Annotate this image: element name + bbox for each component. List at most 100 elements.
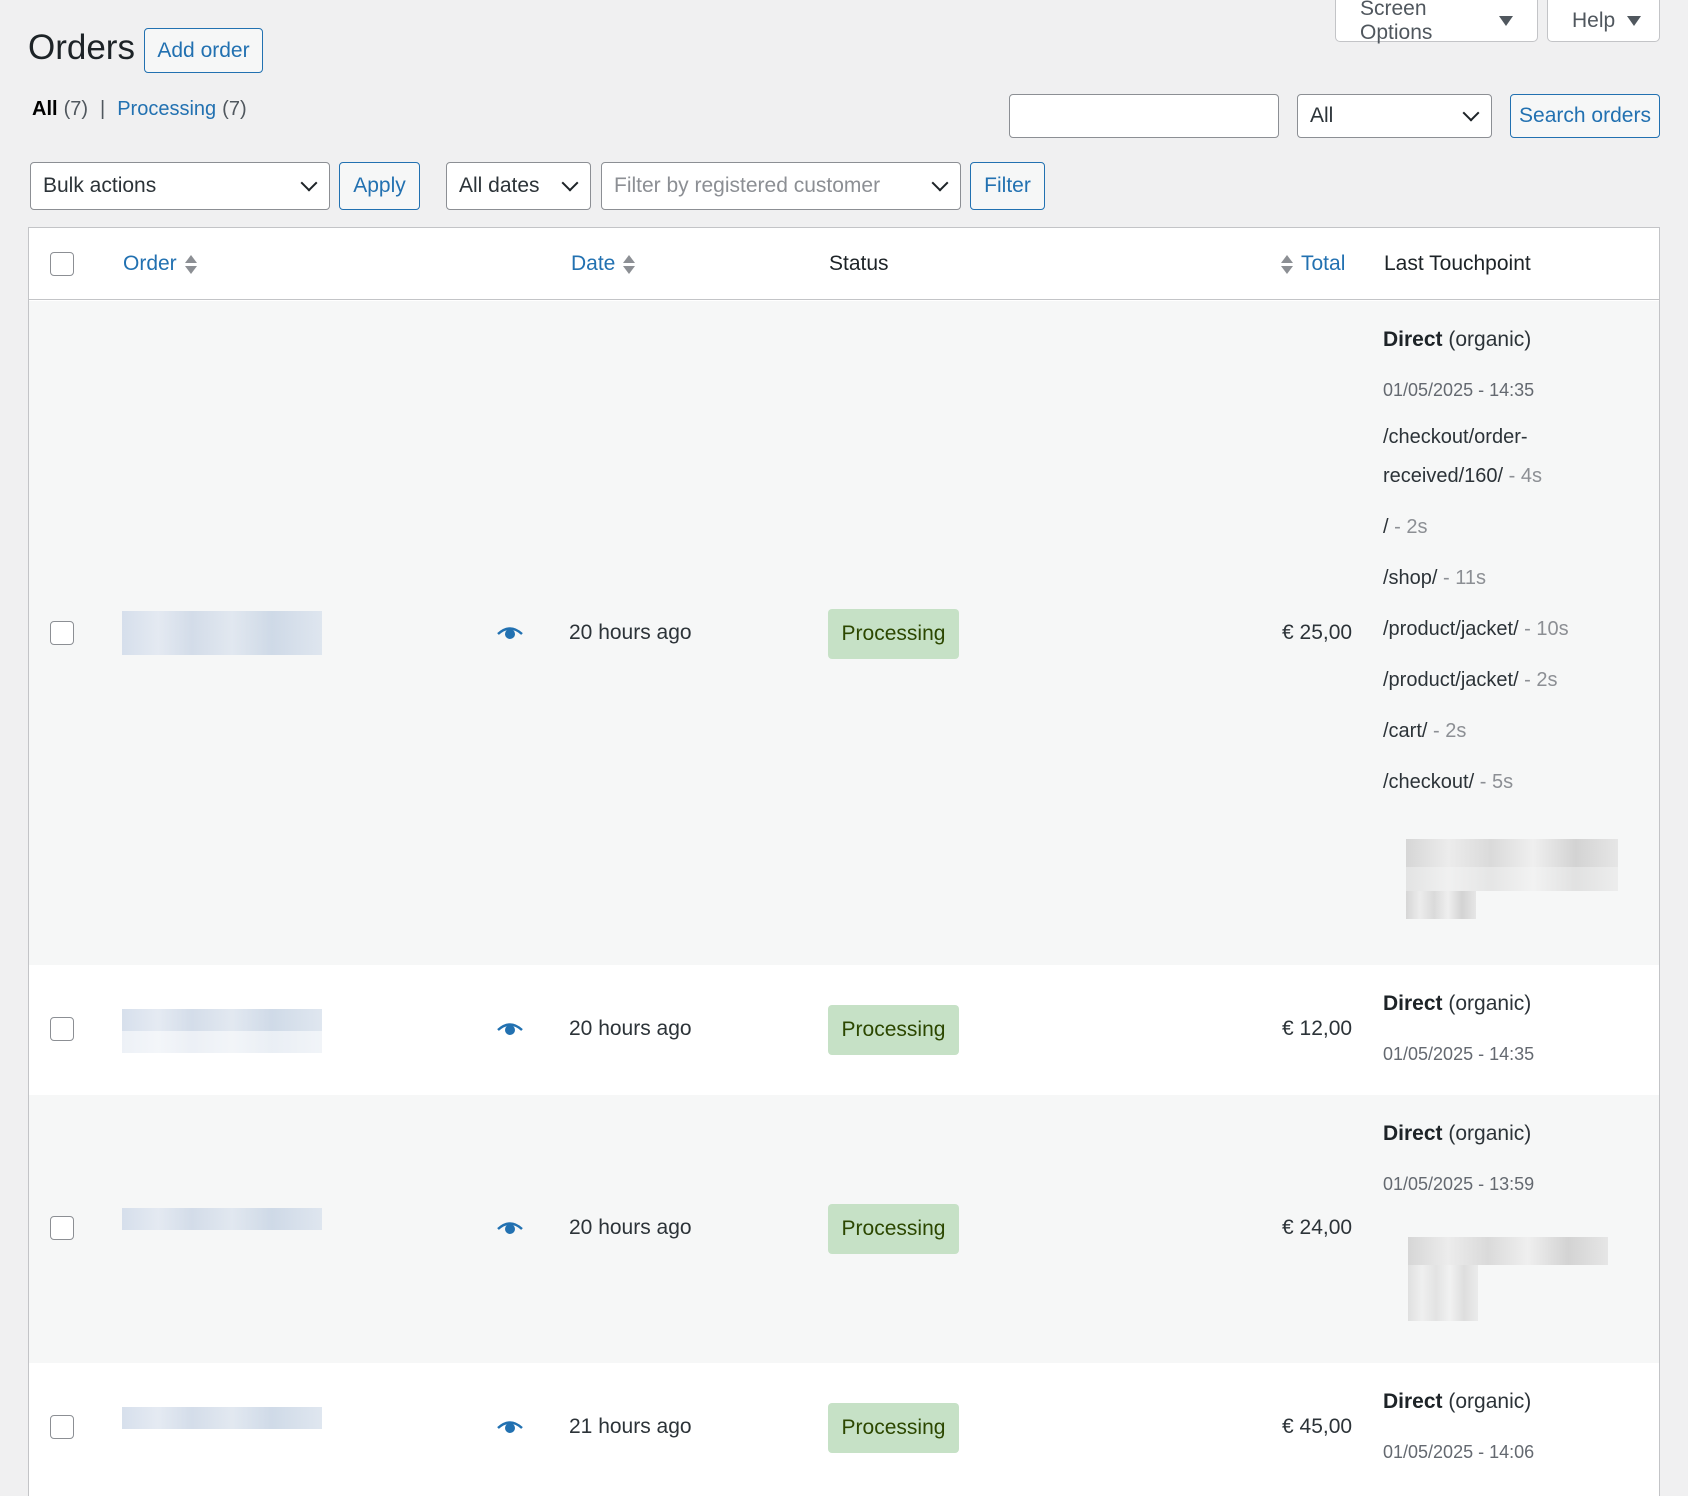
- touchpoint-medium: (organic): [1448, 328, 1532, 351]
- row-checkbox[interactable]: [50, 1415, 74, 1439]
- order-total: € 12,00: [1282, 1017, 1353, 1040]
- order-total: € 45,00: [1282, 1415, 1353, 1438]
- touchpoint-path: received/160/ - 4s: [1383, 457, 1542, 495]
- order-number-link[interactable]: [122, 1407, 322, 1429]
- status-badge: Processing: [828, 609, 959, 659]
- order-date: 20 hours ago: [569, 1216, 692, 1239]
- view-processing-count: (7): [222, 98, 247, 120]
- touchpoint-date: 01/05/2025 - 13:59: [1383, 1174, 1535, 1194]
- column-last-touchpoint: Last Touchpoint: [1384, 252, 1531, 276]
- row-checkbox[interactable]: [50, 1017, 74, 1041]
- apply-button[interactable]: Apply: [339, 162, 420, 210]
- sort-icon: [184, 254, 197, 274]
- redacted-block: [1406, 891, 1476, 919]
- status-badge: Processing: [828, 1005, 959, 1055]
- preview-eye-icon[interactable]: [497, 1021, 523, 1037]
- order-total: € 25,00: [1282, 621, 1353, 644]
- touchpoint-path: /checkout/order-: [1383, 418, 1528, 456]
- preview-eye-icon[interactable]: [497, 1419, 523, 1435]
- path-text: /product/jacket/: [1383, 669, 1519, 691]
- order-number-link[interactable]: [122, 1208, 322, 1230]
- column-date-label: Date: [571, 252, 616, 275]
- add-order-button[interactable]: Add order: [144, 28, 263, 73]
- search-type-select[interactable]: All: [1297, 94, 1492, 138]
- status-badge: Processing: [828, 1403, 959, 1453]
- view-separator: |: [100, 98, 106, 120]
- customer-filter-select[interactable]: Filter by registered customer: [601, 162, 961, 210]
- touchpoint-source: Direct (organic): [1383, 1390, 1531, 1414]
- preview-eye-icon[interactable]: [497, 625, 523, 641]
- table-row[interactable]: 21 hours ago Processing € 45,00 Direct (…: [29, 1363, 1659, 1496]
- sort-icon: [623, 254, 636, 274]
- search-input[interactable]: [1009, 94, 1279, 138]
- help-label: Help: [1572, 8, 1616, 32]
- customer-filter-placeholder: Filter by registered customer: [614, 174, 881, 197]
- touchpoint-date: 01/05/2025 - 14:06: [1383, 1442, 1535, 1462]
- page-title: Orders: [28, 28, 135, 67]
- search-orders-button[interactable]: Search orders: [1510, 94, 1660, 138]
- column-order[interactable]: Order: [123, 252, 197, 276]
- column-total[interactable]: Total: [1281, 252, 1345, 276]
- column-status: Status: [829, 252, 889, 276]
- table-header: Order Date Status Total Last Touchpoint: [29, 228, 1659, 300]
- help-tab[interactable]: Help: [1547, 0, 1660, 42]
- path-text: /checkout/: [1383, 771, 1475, 793]
- touchpoint-medium: (organic): [1448, 992, 1532, 1015]
- row-checkbox[interactable]: [50, 1216, 74, 1240]
- touchpoint-date: 01/05/2025 - 14:35: [1383, 1044, 1535, 1064]
- redacted-block: [1406, 867, 1618, 891]
- chevron-down-icon: [300, 174, 318, 192]
- touchpoint-path: /checkout/ - 5s: [1383, 763, 1513, 801]
- bulk-actions-value: Bulk actions: [43, 174, 157, 197]
- status-views: All (7) | Processing (7): [32, 98, 247, 121]
- touchpoint-source: Direct (organic): [1383, 992, 1531, 1016]
- path-text: /cart/: [1383, 720, 1428, 742]
- view-all-link[interactable]: All: [32, 98, 58, 121]
- path-duration: - 2s: [1388, 516, 1428, 538]
- view-processing-link[interactable]: Processing: [117, 98, 216, 121]
- path-duration: - 2s: [1427, 720, 1467, 742]
- preview-eye-icon[interactable]: [497, 1220, 523, 1236]
- caret-down-icon: [1627, 15, 1642, 26]
- chevron-down-icon: [561, 174, 579, 192]
- screen-options-tab[interactable]: Screen Options: [1335, 0, 1538, 44]
- select-all-checkbox[interactable]: [50, 252, 74, 276]
- column-touchpoint-label: Last Touchpoint: [1384, 252, 1531, 275]
- table-row[interactable]: 20 hours ago Processing € 24,00 Direct (…: [29, 1095, 1659, 1363]
- order-number-link[interactable]: [122, 611, 322, 655]
- dates-select[interactable]: All dates: [446, 162, 591, 210]
- redacted-block: [1408, 1265, 1478, 1321]
- touchpoint-medium: (organic): [1448, 1390, 1532, 1413]
- touchpoint-path: /product/jacket/ - 2s: [1383, 661, 1558, 699]
- touchpoint-path: /product/jacket/ - 10s: [1383, 610, 1569, 648]
- order-date: 20 hours ago: [569, 621, 692, 644]
- bulk-actions-select[interactable]: Bulk actions: [30, 162, 330, 210]
- touchpoint-source: Direct (organic): [1383, 1122, 1531, 1146]
- row-checkbox[interactable]: [50, 621, 74, 645]
- touchpoint-source: Direct (organic): [1383, 328, 1531, 352]
- chevron-down-icon: [1462, 104, 1480, 122]
- touchpoint-date: 01/05/2025 - 14:35: [1383, 380, 1535, 400]
- touchpoint-source-name: Direct: [1383, 992, 1443, 1015]
- touchpoint-path: /shop/ - 11s: [1383, 559, 1486, 597]
- table-row[interactable]: 20 hours ago Processing € 12,00 Direct (…: [29, 965, 1659, 1095]
- touchpoint-path: / - 2s: [1383, 508, 1427, 546]
- order-number-link[interactable]: [122, 1009, 322, 1031]
- path-text: /shop/: [1383, 567, 1438, 589]
- path-duration: - 5s: [1474, 771, 1514, 793]
- chevron-down-icon: [931, 174, 949, 192]
- order-number-blur: [122, 1031, 322, 1053]
- order-date: 20 hours ago: [569, 1017, 692, 1040]
- table-row[interactable]: 20 hours ago Processing € 25,00 Direct (…: [29, 301, 1659, 965]
- sort-icon: [1281, 254, 1293, 274]
- touchpoint-medium: (organic): [1448, 1122, 1532, 1145]
- column-status-label: Status: [829, 252, 889, 275]
- column-date[interactable]: Date: [571, 252, 636, 276]
- column-order-label: Order: [123, 252, 177, 275]
- touchpoint-source-name: Direct: [1383, 1122, 1443, 1145]
- path-text: received/160/: [1383, 465, 1504, 487]
- order-date: 21 hours ago: [569, 1415, 692, 1438]
- filter-button[interactable]: Filter: [970, 162, 1045, 210]
- caret-down-icon: [1499, 15, 1513, 26]
- screen-options-label: Screen Options: [1360, 0, 1433, 44]
